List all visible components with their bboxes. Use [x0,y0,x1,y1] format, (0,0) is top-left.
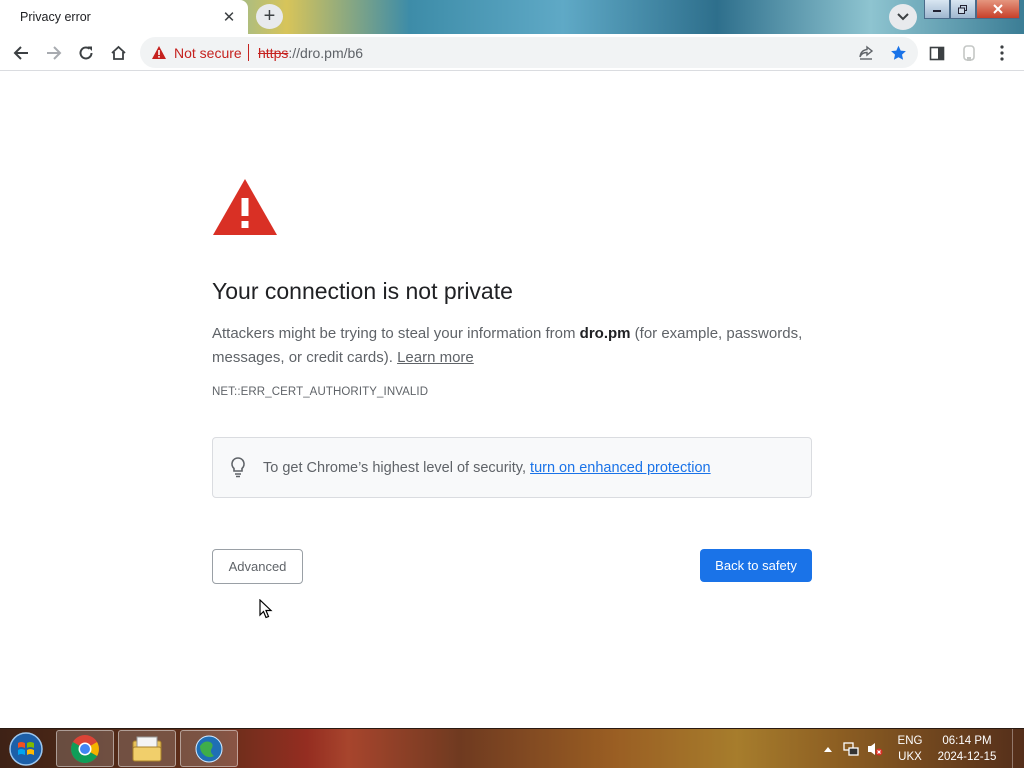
back-button[interactable] [7,39,35,67]
interstitial-page: Your connection is not private Attackers… [0,72,1024,728]
error-code: NET::ERR_CERT_AUTHORITY_INVALID [212,386,429,398]
window-controls [924,0,1020,20]
forward-icon [47,46,62,60]
enhanced-protection-link[interactable]: turn on enhanced protection [530,460,711,476]
input-language[interactable]: ENG UKX [890,733,930,765]
show-hidden-icons-button[interactable] [820,741,836,757]
chrome-menu-button[interactable] [988,39,1016,67]
tab-title: Privacy error [20,10,91,24]
reload-icon [79,46,93,60]
tab-strip: Privacy error ✕ + [0,0,1024,34]
explanation-prefix: Attackers might be trying to steal your … [212,325,580,342]
speaker-muted-icon [868,743,883,756]
volume-button[interactable] [867,741,883,757]
windows-taskbar: ENG UKX 06:14 PM 2024-12-15 [0,728,1024,768]
back-to-safety-button[interactable]: Back to safety [700,549,812,582]
url-scheme: https [258,45,289,61]
close-window-button[interactable] [976,0,1020,19]
browser-toolbar: Not secure https://dro.pm/b6 [0,34,1024,71]
share-button[interactable] [856,43,876,63]
menu-icon [1000,45,1004,61]
explanation-text: Attackers might be trying to steal your … [212,322,812,370]
network-icon [843,742,859,756]
chevron-down-icon [897,13,909,21]
mouse-cursor-icon [259,599,273,619]
keyboard-layout: UKX [898,751,922,763]
tab-privacy-error[interactable]: Privacy error ✕ [0,0,248,34]
red-warning-triangle-icon [213,179,277,235]
url-host-path: ://dro.pm/b6 [288,45,364,61]
not-secure-label[interactable]: Not secure [174,45,242,61]
security-separator [248,44,249,61]
warning-icon[interactable] [151,45,167,60]
tab-search-button[interactable] [889,4,917,30]
reload-button[interactable] [72,39,100,67]
address-bar[interactable]: Not secure https://dro.pm/b6 [140,37,918,68]
clock-time: 06:14 PM [942,735,992,747]
extension-button[interactable] [955,39,983,67]
enhanced-protection-prefix: To get Chrome’s highest level of securit… [263,460,531,476]
clock-date: 2024-12-15 [937,751,997,763]
restore-icon [958,4,967,14]
bookmark-star-icon [890,45,906,60]
bookmark-button[interactable] [888,43,908,63]
side-panel-button[interactable] [923,39,951,67]
share-icon [859,45,874,60]
back-icon [13,46,28,60]
advanced-button[interactable]: Advanced [212,549,303,584]
restore-button[interactable] [950,0,976,19]
minimize-icon [933,10,941,12]
enhanced-protection-box: To get Chrome’s highest level of securit… [212,437,812,498]
url-text[interactable]: https://dro.pm/b6 [258,45,363,61]
home-button[interactable] [104,39,132,67]
page-heading: Your connection is not private [212,278,513,304]
language-code: ENG [897,735,923,747]
extension-icon [963,45,975,61]
lightbulb-icon [231,457,245,478]
home-icon [110,45,126,60]
side-panel-icon [929,46,945,60]
show-desktop-button[interactable] [1012,729,1024,768]
system-tray [0,729,1024,768]
close-icon [993,4,1003,14]
new-tab-button[interactable]: + [256,4,283,29]
network-button[interactable] [843,741,859,757]
learn-more-link[interactable]: Learn more [397,349,474,366]
site-domain: dro.pm [579,325,631,342]
minimize-button[interactable] [924,0,950,19]
tab-close-icon[interactable]: ✕ [220,8,238,26]
clock[interactable]: 06:14 PM 2024-12-15 [934,733,1000,765]
caret-up-icon [824,747,832,752]
forward-button[interactable] [40,39,68,67]
enhanced-protection-text: To get Chrome’s highest level of securit… [263,460,711,476]
